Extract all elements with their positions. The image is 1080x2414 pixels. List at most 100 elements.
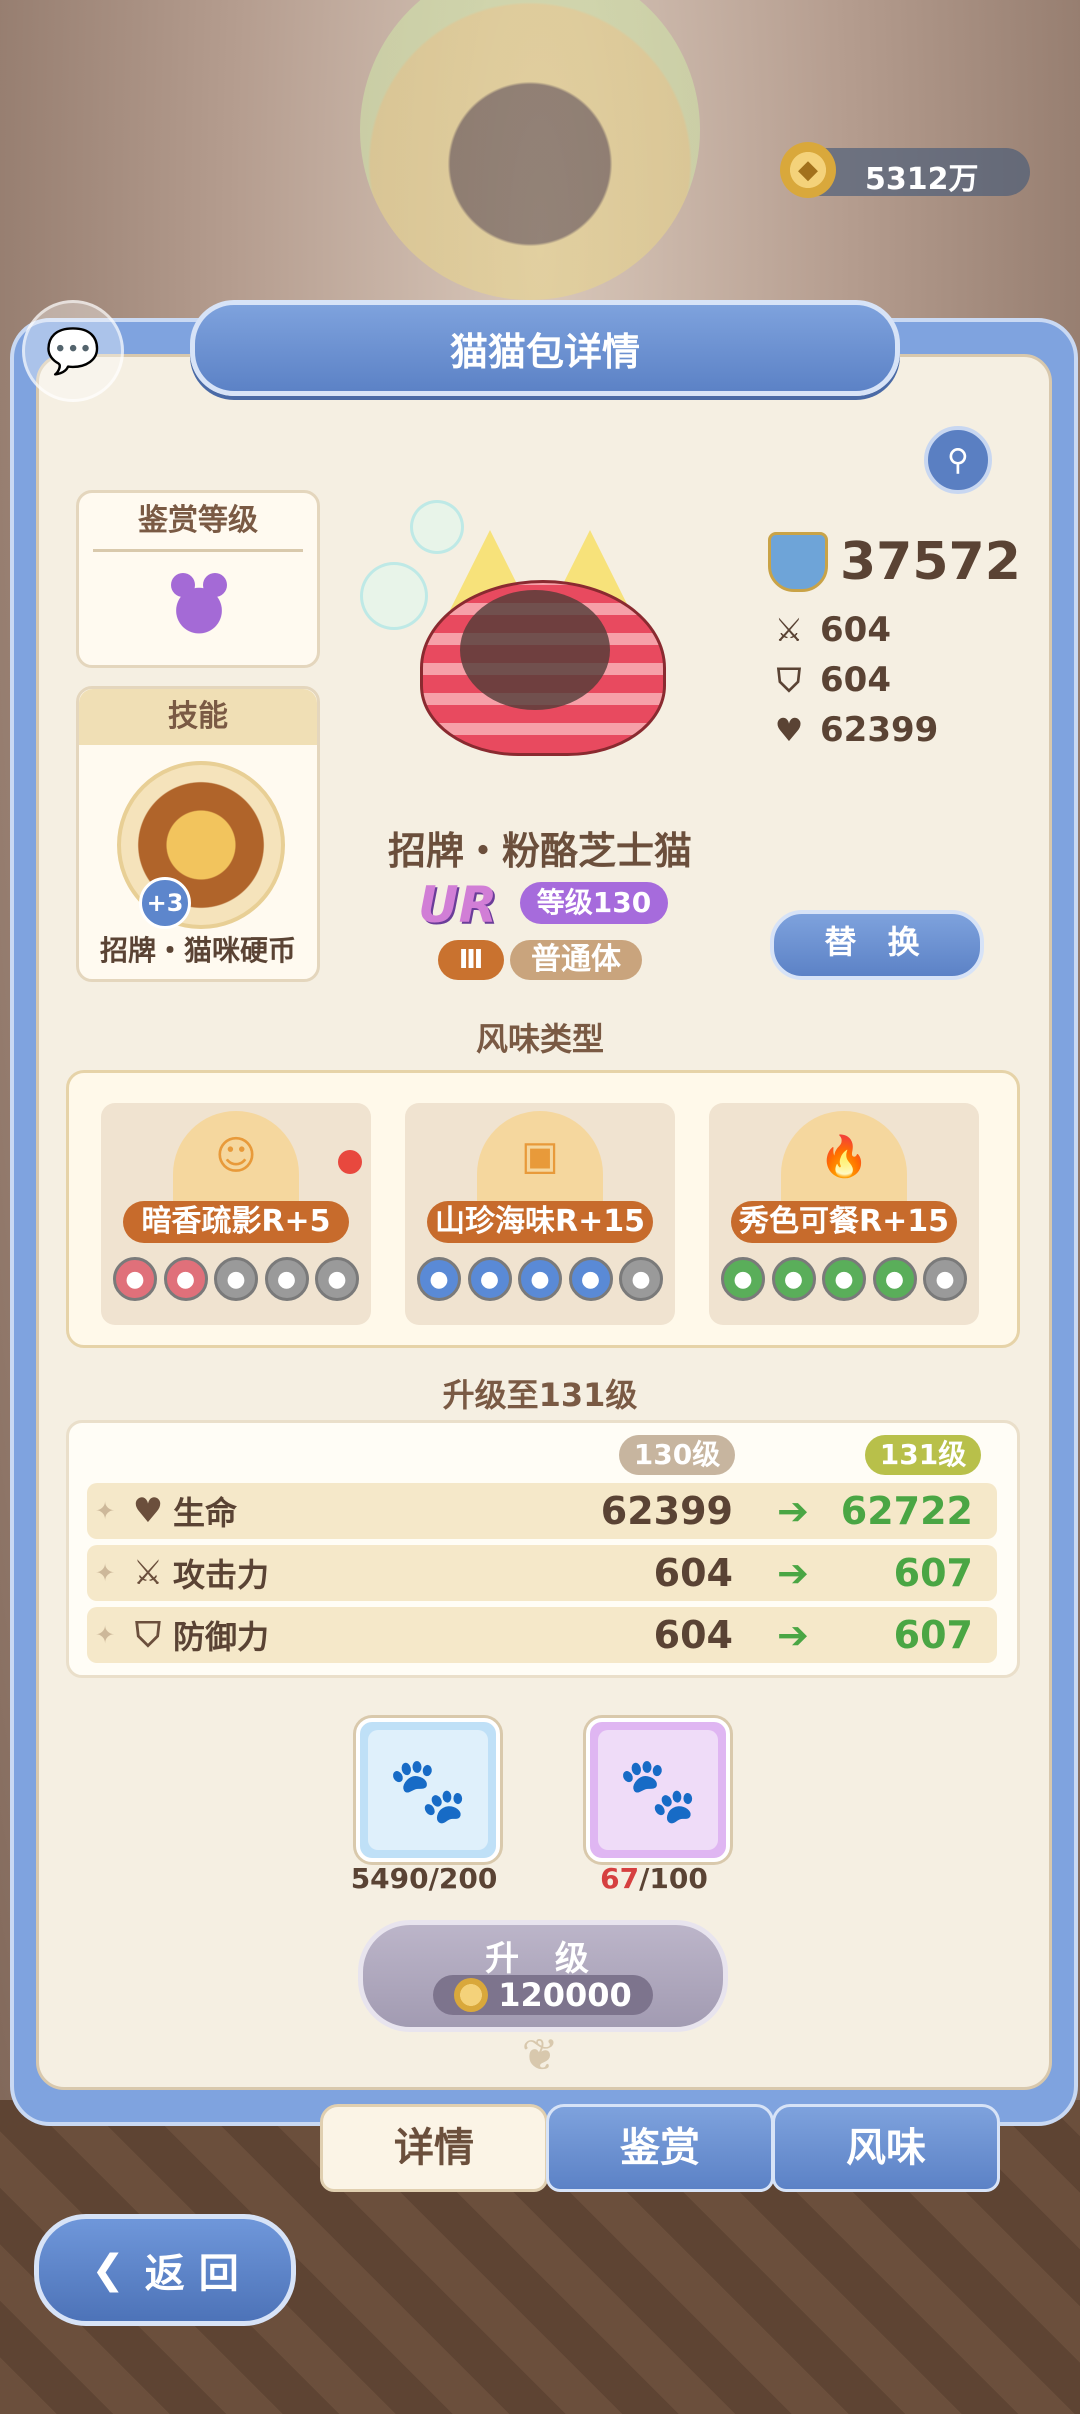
cat-face — [460, 590, 610, 710]
flavor-dot-filled: ● — [822, 1257, 866, 1301]
tab-appreciation[interactable]: 鉴赏 — [546, 2104, 774, 2192]
sparkle-icon: ✦ — [94, 1559, 116, 1587]
cat-name: 招牌・粉酪芝士猫 — [387, 829, 692, 873]
flavor-dot-filled: ● — [417, 1257, 461, 1301]
swords-icon: ⚔ — [774, 611, 804, 649]
upgrade-row: ✦ ♥ 生命 62399 ➔ 62722 — [87, 1483, 997, 1539]
cat-face-icon: ☺ — [173, 1111, 299, 1201]
material-item[interactable]: 🐾 — [586, 1718, 730, 1862]
upgrade-cost: 120000 — [433, 1975, 653, 2015]
next-value: 607 — [893, 1613, 973, 1657]
notification-dot — [338, 1150, 362, 1174]
power-shield-icon — [768, 532, 828, 592]
back-button[interactable]: ❮ 返 回 — [34, 2214, 296, 2326]
back-label: 返 回 — [144, 2251, 239, 2297]
heart-icon: ♥ — [774, 711, 804, 749]
upgrade-section-title: 升级至131级 — [442, 1376, 638, 1414]
appreciation-level-card[interactable]: 鉴赏等级 — [76, 490, 320, 668]
next-level-pill: 131级 — [865, 1435, 981, 1475]
attack-stat: ⚔ 604 — [772, 610, 891, 650]
flavor-dot-filled: ● — [163, 1257, 208, 1301]
row-label: 防御力 — [173, 1618, 270, 1656]
flame-icon: 🔥 — [781, 1111, 907, 1201]
next-value: 607 — [893, 1551, 973, 1595]
material-count: 5490/200 — [324, 1862, 524, 1895]
tab-details[interactable]: 详情 — [320, 2104, 548, 2192]
material-have: 5490 — [350, 1862, 429, 1895]
upgrade-label: 升 级 — [485, 1939, 601, 1979]
flavor-dot-empty: ● — [214, 1257, 258, 1301]
skill-card[interactable]: 技能 +3 招牌・猫咪硬币 — [76, 686, 320, 982]
flavor-dot-filled: ● — [113, 1257, 157, 1301]
flavor-label: 暗香疏影R+5 — [123, 1201, 349, 1243]
upgrade-row: ✦ ⚔ 攻击力 604 ➔ 607 — [87, 1545, 997, 1601]
defense-value: 604 — [820, 660, 891, 700]
arrow-right-icon: ➔ — [777, 1489, 809, 1533]
chat-bubble-icon[interactable]: 💬 — [22, 300, 124, 402]
decorative-ornament: ❦ — [521, 2030, 559, 2081]
upgrade-row: ✦ ⛉ 防御力 604 ➔ 607 — [87, 1607, 997, 1663]
currency-display[interactable]: ◆ 5312万 — [780, 142, 1030, 198]
bubble-decoration — [360, 562, 428, 630]
arrow-right-icon: ➔ — [777, 1613, 809, 1657]
tier-badge: Ⅲ — [438, 940, 504, 980]
skill-bonus-badge: +3 — [139, 877, 191, 929]
flavor-dot-empty: ● — [264, 1257, 309, 1301]
flavor-progress: ● ● ● ● ● — [417, 1257, 663, 1301]
flavor-label: 山珍海味R+15 — [427, 1201, 653, 1243]
material-need: /200 — [428, 1862, 498, 1895]
material-have: 67 — [600, 1862, 640, 1895]
flavor-dot-filled: ● — [771, 1257, 816, 1301]
current-value: 604 — [653, 1613, 733, 1657]
flavor-dot-empty: ● — [315, 1257, 359, 1301]
paw-jelly-icon: 🐾 — [368, 1730, 488, 1850]
attack-value: 604 — [820, 610, 891, 650]
flavor-section-title: 风味类型 — [475, 1020, 604, 1058]
current-value: 62399 — [600, 1489, 733, 1533]
power-value: 37572 — [840, 532, 1021, 592]
flavor-dot-empty: ● — [923, 1257, 967, 1301]
flavor-dot-filled: ● — [467, 1257, 512, 1301]
shield-icon: ⛉ — [135, 1615, 161, 1655]
flavor-label: 秀色可餐R+15 — [731, 1201, 957, 1243]
current-value: 604 — [653, 1551, 733, 1595]
currency-amount: 5312万 — [865, 162, 979, 197]
health-stat: ♥ 62399 — [772, 710, 939, 750]
body-type-badge: 普通体 — [510, 940, 642, 980]
current-level-pill: 130级 — [619, 1435, 735, 1475]
material-item[interactable]: 🐾 — [356, 1718, 500, 1862]
flavor-card[interactable]: 🔥 秀色可餐R+15 ● ● ● ● ● — [709, 1103, 979, 1325]
flavor-card[interactable]: ☺ 暗香疏影R+5 ● ● ● ● ● — [101, 1103, 371, 1325]
info-button[interactable]: ⚲ — [924, 426, 992, 494]
next-value: 62722 — [840, 1489, 973, 1533]
level-badge: 等级130 — [520, 882, 668, 924]
upgrade-button[interactable]: 升 级 120000 — [358, 1920, 728, 2032]
skill-title: 技能 — [79, 689, 317, 745]
flavor-progress: ● ● ● ● ● — [113, 1257, 359, 1301]
flavor-dot-filled: ● — [721, 1257, 765, 1301]
material-count: 67/100 — [554, 1862, 754, 1895]
back-arrow-icon: ❮ — [91, 2247, 125, 2293]
golden-paw-icon: 🐾 — [598, 1730, 718, 1850]
row-label: 攻击力 — [173, 1556, 270, 1594]
power-stat: 37572 — [768, 532, 1021, 592]
flavor-dot-empty: ● — [619, 1257, 663, 1301]
material-need: /100 — [639, 1862, 708, 1895]
replace-button[interactable]: 替 换 — [770, 910, 984, 980]
dumpling-icon: ▣ — [477, 1111, 603, 1201]
tab-flavor[interactable]: 风味 — [772, 2104, 1000, 2192]
flavor-progress: ● ● ● ● ● — [721, 1257, 967, 1301]
swords-icon: ⚔ — [132, 1553, 164, 1593]
skill-name: 招牌・猫咪硬币 — [99, 934, 296, 967]
coin-icon: ◆ — [780, 142, 836, 198]
heart-icon: ♥ — [132, 1491, 164, 1531]
cat-portrait — [420, 530, 666, 756]
sparkle-icon: ✦ — [94, 1497, 116, 1525]
upgrade-cost-value: 120000 — [498, 1976, 632, 2014]
rarity-badge: UR — [418, 876, 498, 934]
paw-icon — [161, 565, 237, 641]
flavor-dot-filled: ● — [518, 1257, 562, 1301]
sparkle-icon: ✦ — [94, 1621, 116, 1649]
flavor-card[interactable]: ▣ 山珍海味R+15 ● ● ● ● ● — [405, 1103, 675, 1325]
flavor-panel: ☺ 暗香疏影R+5 ● ● ● ● ● ▣ 山珍海味R+15 ● ● ● ● ● 🔥 秀色可餐R… — [66, 1070, 1020, 1348]
